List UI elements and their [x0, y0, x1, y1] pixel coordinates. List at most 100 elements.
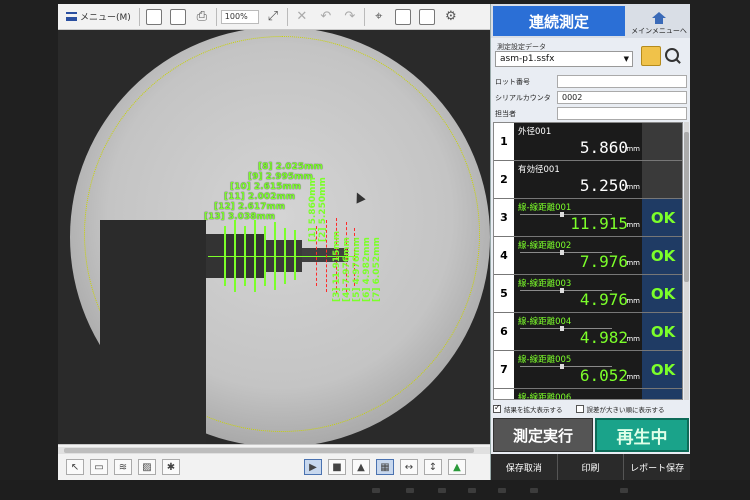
serial-input[interactable]: 0002	[557, 91, 687, 104]
monitor-button[interactable]	[372, 488, 380, 493]
undo-icon: ↶	[320, 9, 332, 24]
result-status: OK	[642, 199, 682, 236]
scrollbar-thumb[interactable]	[64, 448, 474, 453]
width-icon: ↔	[404, 461, 414, 473]
image-tool-button[interactable]: ▨	[138, 459, 156, 475]
horizontal-scrollbar[interactable]	[58, 447, 490, 454]
result-row[interactable]: 2 有効径001 5.250 mm	[494, 161, 682, 199]
result-status: OK	[642, 237, 682, 274]
chevron-down-icon: ▼	[623, 55, 629, 63]
result-value: 5.250	[579, 176, 628, 195]
plugin-tool-button[interactable]: ✱	[162, 459, 180, 475]
stop-icon: ■	[332, 461, 342, 473]
cancel-save-button[interactable]: 保存取消	[491, 454, 558, 480]
main-menu-button[interactable]: メインメニューへ	[629, 6, 689, 36]
app-window: メニュー(M) ⎙ 100% ⤢ ✕ ↶ ↷ ⌖ ⚙ [8] 2.025mm […	[58, 4, 690, 480]
operator-input[interactable]	[557, 107, 687, 120]
result-value: 11.915	[570, 214, 628, 233]
part-silhouette-body	[100, 220, 206, 444]
position-adjust-button[interactable]: ⌖	[369, 7, 389, 27]
stop-button[interactable]: ■	[328, 459, 346, 475]
toolbar-divider	[286, 7, 288, 26]
result-row[interactable]: 7 線-線距離005 6.052 mm OK	[494, 351, 682, 389]
grid-button[interactable]: ▦	[376, 459, 394, 475]
home-icon	[652, 12, 666, 24]
print-report-button[interactable]: 印刷	[558, 454, 625, 480]
select-tool-button[interactable]: ↖	[66, 459, 84, 475]
save-image-icon	[169, 8, 186, 25]
height-button[interactable]: ↕	[424, 459, 442, 475]
result-body: 線-線距離006	[514, 389, 642, 399]
monitor-button[interactable]	[406, 488, 414, 493]
error-sort-checkbox[interactable]	[575, 405, 584, 413]
result-unit: mm	[626, 297, 640, 305]
menu-button[interactable]: メニュー(M)	[62, 7, 135, 27]
result-status	[642, 389, 682, 399]
monitor-button[interactable]	[530, 488, 538, 493]
measure-label-vertical: [3] 11.915mm	[332, 230, 342, 302]
result-row[interactable]: 3 線-線距離001 11.915 mm OK	[494, 199, 682, 237]
measure-edge-line	[294, 230, 296, 280]
enlarge-checkbox[interactable]	[493, 403, 501, 413]
results-list[interactable]: 1 外径001 5.860 mm 2 有効径001 5.250 mm 3 線-線…	[493, 122, 683, 400]
open-image-button[interactable]	[144, 7, 164, 27]
play-button[interactable]: ▶	[304, 459, 322, 475]
scrollbar-thumb[interactable]	[684, 132, 689, 282]
monitor-button[interactable]	[498, 488, 506, 493]
image-view[interactable]: [8] 2.025mm [9] 2.995mm [10] 2.615mm [11…	[58, 30, 490, 444]
result-row[interactable]: 6 線-線距離004 4.982 mm OK	[494, 313, 682, 351]
result-number: 1	[494, 123, 514, 160]
image-folder-icon	[145, 8, 162, 25]
delete-button[interactable]: ✕	[292, 7, 312, 27]
results-scrollbar[interactable]	[684, 122, 689, 400]
edge-detect-button[interactable]: ▲	[352, 459, 370, 475]
top-toolbar: メニュー(M) ⎙ 100% ⤢ ✕ ↶ ↷ ⌖ ⚙	[58, 4, 490, 30]
monitor-button[interactable]	[438, 488, 446, 493]
region-tool-button[interactable]: ▭	[90, 459, 108, 475]
zoom-select[interactable]: 100%	[220, 7, 259, 27]
measure-run-button[interactable]: 測定実行	[493, 418, 593, 452]
monitor-button[interactable]	[468, 488, 476, 493]
result-status	[642, 123, 682, 160]
lot-row: ロット番号	[491, 74, 690, 90]
display-button[interactable]	[393, 7, 413, 27]
measure-label: [12] 2.617mm	[214, 202, 286, 212]
settings-button[interactable]: ⚙	[441, 7, 461, 27]
playing-button[interactable]: 再生中	[595, 418, 689, 452]
result-body: 線-線距離004 4.982 mm	[514, 313, 642, 350]
panel-footer-buttons: 保存取消 印刷 レポート保存	[491, 454, 690, 480]
measure-label-vertical: [1] 5.860mm	[308, 177, 318, 242]
result-row[interactable]: 1 外径001 5.860 mm	[494, 123, 682, 161]
view-tools: ↖ ▭ ≋ ▨ ✱	[66, 459, 180, 475]
layers-icon: ≋	[118, 461, 128, 473]
operator-row: 担当者	[491, 106, 690, 122]
search-icon[interactable]	[665, 48, 679, 62]
result-status: OK	[642, 275, 682, 312]
report-save-button[interactable]: レポート保存	[624, 454, 690, 480]
result-row[interactable]: 5 線-線距離003 4.976 mm OK	[494, 275, 682, 313]
layer-tool-button[interactable]: ≋	[114, 459, 132, 475]
result-value: 6.052	[579, 366, 628, 385]
result-value: 7.976	[579, 252, 628, 271]
result-row[interactable]: 4 線-線距離002 7.976 mm OK	[494, 237, 682, 275]
width-button[interactable]: ↔	[400, 459, 418, 475]
result-body: 有効径001 5.250 mm	[514, 161, 642, 198]
open-folder-icon[interactable]	[641, 46, 661, 66]
measure-label: [8] 2.025mm	[258, 162, 323, 172]
main-menu-label: メインメニューへ	[631, 27, 687, 35]
fit-view-button[interactable]: ⤢	[263, 7, 283, 27]
measure-label-vertical: [7] 6.052mm	[372, 237, 382, 302]
save-image-button[interactable]	[168, 7, 188, 27]
result-row[interactable]: 8 線-線距離006	[494, 389, 682, 399]
play-icon: ▶	[309, 461, 317, 473]
panel-title: 連続測定	[493, 6, 625, 36]
power-button[interactable]	[620, 488, 628, 493]
lot-input[interactable]	[557, 75, 687, 88]
setting-file-select[interactable]: asm-p1.ssfx ▼	[495, 51, 633, 67]
scale-button[interactable]	[417, 7, 437, 27]
redo-button[interactable]: ↷	[340, 7, 360, 27]
display-options: 結果を拡大表示する 誤差が大きい順に表示する	[493, 403, 689, 415]
color-button[interactable]: ▲	[448, 459, 466, 475]
print-button[interactable]: ⎙	[192, 7, 212, 27]
undo-button[interactable]: ↶	[316, 7, 336, 27]
